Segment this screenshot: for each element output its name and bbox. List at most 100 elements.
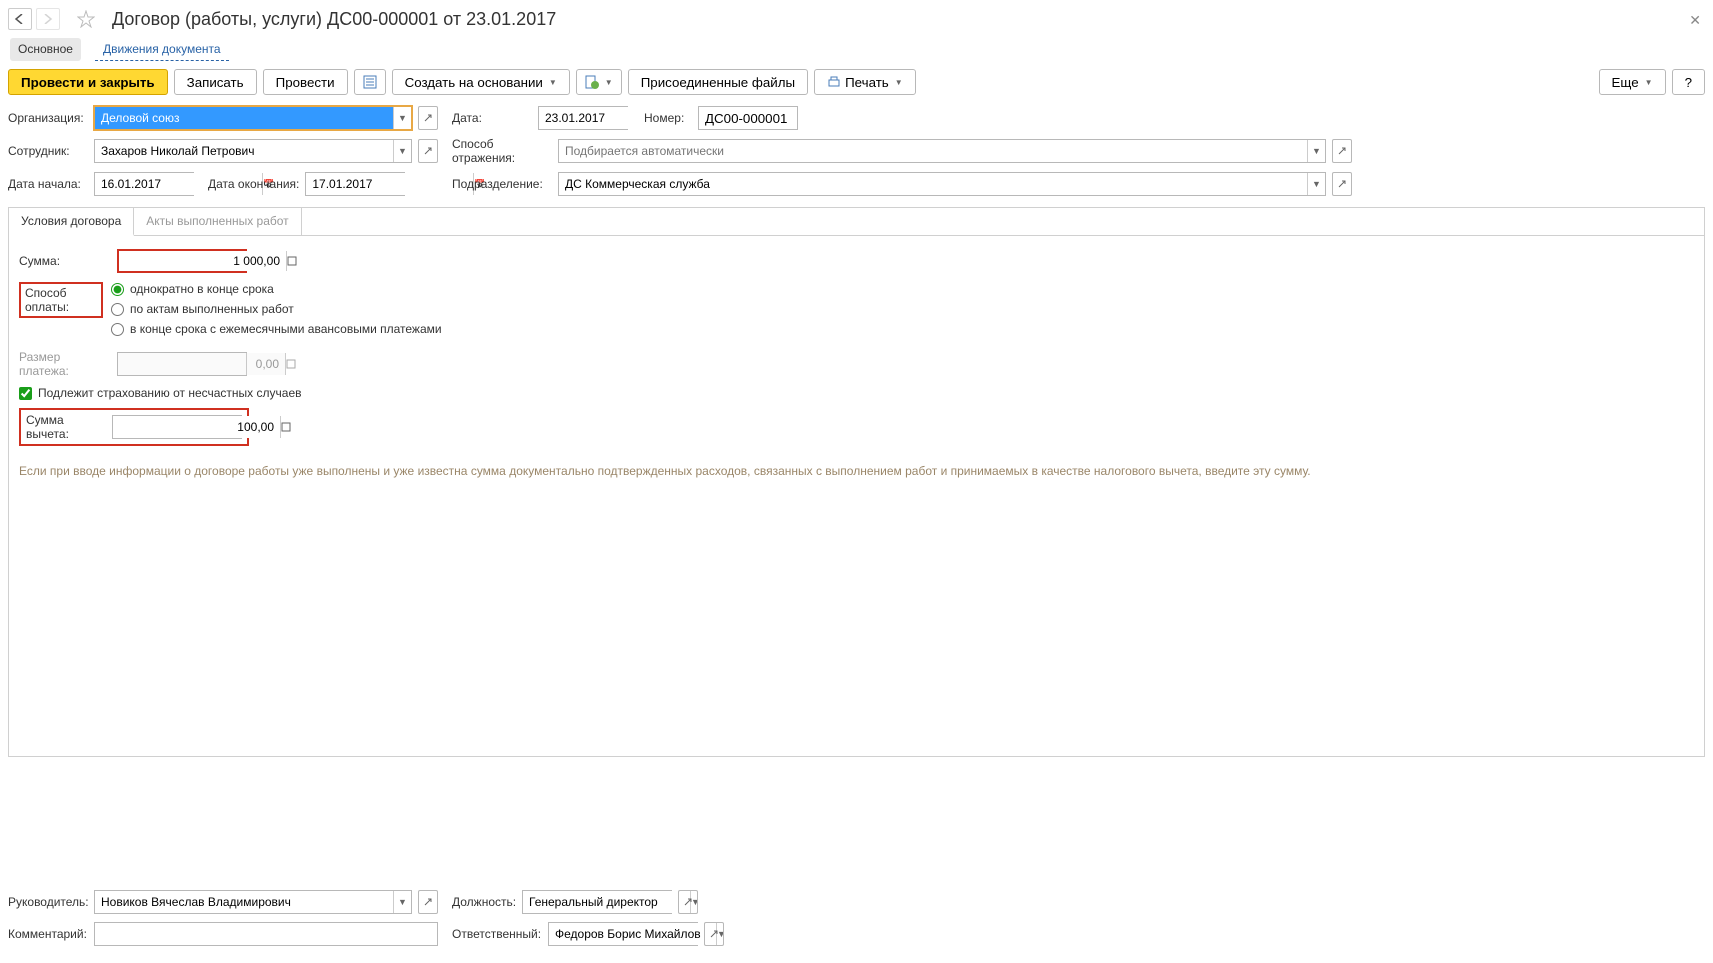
end-label: Дата окончания:: [208, 177, 299, 191]
print-label: Печать: [845, 75, 889, 90]
favorite-button[interactable]: [74, 8, 98, 30]
dropdown-icon[interactable]: ▼: [393, 891, 411, 913]
number-input[interactable]: [698, 106, 798, 130]
post-and-close-button[interactable]: Провести и закрыть: [8, 69, 168, 95]
open-icon: [1337, 146, 1347, 156]
calc-icon: [285, 353, 296, 375]
position-label: Должность:: [452, 895, 516, 909]
org-input-combo[interactable]: ▼: [94, 106, 412, 130]
comment-label: Комментарий:: [8, 927, 88, 941]
date-label: Дата:: [452, 111, 532, 125]
page-title: Договор (работы, услуги) ДС00-000001 от …: [112, 9, 556, 30]
responsible-input[interactable]: [549, 923, 716, 945]
dropdown-icon[interactable]: ▼: [393, 107, 411, 129]
sum-label: Сумма:: [19, 254, 111, 268]
insurance-label: Подлежит страхованию от несчастных случа…: [38, 386, 302, 400]
comment-wrap[interactable]: [94, 922, 438, 946]
reflect-open-button[interactable]: [1332, 139, 1352, 163]
attached-files-button[interactable]: Присоединенные файлы: [628, 69, 808, 95]
reflect-combo[interactable]: ▼: [558, 139, 1326, 163]
open-icon: [683, 897, 693, 907]
post-button[interactable]: Провести: [263, 69, 348, 95]
end-date-input[interactable]: 📅: [305, 172, 405, 196]
responsible-combo[interactable]: ▼: [548, 922, 698, 946]
employee-combo[interactable]: ▼: [94, 139, 412, 163]
subtab-main[interactable]: Основное: [10, 38, 81, 61]
star-icon: [77, 10, 95, 28]
unit-input[interactable]: [559, 173, 1307, 195]
org-label: Организация:: [8, 111, 88, 125]
open-icon: [423, 897, 433, 907]
radio-once[interactable]: [111, 283, 124, 296]
radio-monthly[interactable]: [111, 323, 124, 336]
payment-size-wrap: [117, 352, 247, 376]
deduct-input-wrap[interactable]: [112, 415, 242, 439]
dropdown-icon[interactable]: ▼: [1307, 173, 1325, 195]
start-label: Дата начала:: [8, 177, 88, 191]
dropdown-icon: ▼: [549, 78, 557, 87]
reflect-label: Способ отражения:: [452, 137, 552, 165]
subtab-movements[interactable]: Движения документа: [95, 38, 229, 61]
manager-open-button[interactable]: [418, 890, 438, 914]
radio-monthly-label: в конце срока с ежемесячными авансовыми …: [130, 322, 442, 336]
open-icon: [423, 113, 433, 123]
comment-input[interactable]: [95, 923, 437, 945]
position-input[interactable]: [523, 891, 690, 913]
create-based-label: Создать на основании: [405, 75, 543, 90]
extra-dropdown-button[interactable]: ▼: [576, 69, 622, 95]
dropdown-icon[interactable]: ▼: [1307, 140, 1325, 162]
dropdown-icon: ▼: [895, 78, 903, 87]
nav-forward-button[interactable]: [36, 8, 60, 30]
employee-input[interactable]: [95, 140, 393, 162]
calc-icon[interactable]: [286, 251, 297, 271]
sum-input[interactable]: [119, 251, 286, 271]
doc-plus-icon: [585, 75, 599, 89]
print-button[interactable]: Печать ▼: [814, 69, 916, 95]
list-view-button[interactable]: [354, 69, 386, 95]
printer-icon: [827, 75, 841, 89]
dropdown-icon[interactable]: ▼: [393, 140, 411, 162]
arrow-left-icon: [14, 14, 26, 24]
unit-open-button[interactable]: [1332, 172, 1352, 196]
nav-back-button[interactable]: [8, 8, 32, 30]
unit-combo[interactable]: ▼: [558, 172, 1326, 196]
insurance-checkbox[interactable]: [19, 387, 32, 400]
calculator-icon: [287, 256, 297, 266]
manager-combo[interactable]: ▼: [94, 890, 412, 914]
employee-open-button[interactable]: [418, 139, 438, 163]
manager-input[interactable]: [95, 891, 393, 913]
responsible-label: Ответственный:: [452, 927, 542, 941]
help-text: Если при вводе информации о договоре раб…: [19, 464, 1694, 478]
payment-size-input: [118, 353, 285, 375]
calculator-icon: [286, 359, 296, 369]
help-button[interactable]: ?: [1672, 69, 1705, 95]
radio-acts[interactable]: [111, 303, 124, 316]
payment-method-label: Способ оплаты:: [19, 282, 103, 318]
more-label: Еще: [1612, 75, 1639, 90]
payment-size-label: Размер платежа:: [19, 350, 111, 378]
more-button[interactable]: Еще ▼: [1599, 69, 1666, 95]
responsible-open-button[interactable]: [704, 922, 724, 946]
open-icon: [1337, 179, 1347, 189]
date-input-wrap[interactable]: 📅: [538, 106, 628, 130]
sum-input-wrap[interactable]: [117, 249, 247, 273]
calc-icon[interactable]: [280, 416, 291, 438]
employee-label: Сотрудник:: [8, 144, 88, 158]
position-combo[interactable]: ▼: [522, 890, 672, 914]
org-open-button[interactable]: [418, 106, 438, 130]
close-icon[interactable]: ✕: [1689, 12, 1701, 29]
start-date-input[interactable]: 📅: [94, 172, 194, 196]
reflect-input[interactable]: [559, 140, 1307, 162]
position-open-button[interactable]: [678, 890, 698, 914]
open-icon: [709, 929, 719, 939]
deduct-input[interactable]: [113, 416, 280, 438]
create-based-button[interactable]: Создать на основании ▼: [392, 69, 570, 95]
tab-acts[interactable]: Акты выполненных работ: [134, 208, 301, 235]
open-icon: [423, 146, 433, 156]
list-icon: [363, 75, 377, 89]
org-input[interactable]: [95, 107, 393, 129]
number-label: Номер:: [644, 111, 692, 125]
end-input[interactable]: [306, 173, 473, 195]
write-button[interactable]: Записать: [174, 69, 257, 95]
tab-conditions[interactable]: Условия договора: [9, 208, 134, 236]
